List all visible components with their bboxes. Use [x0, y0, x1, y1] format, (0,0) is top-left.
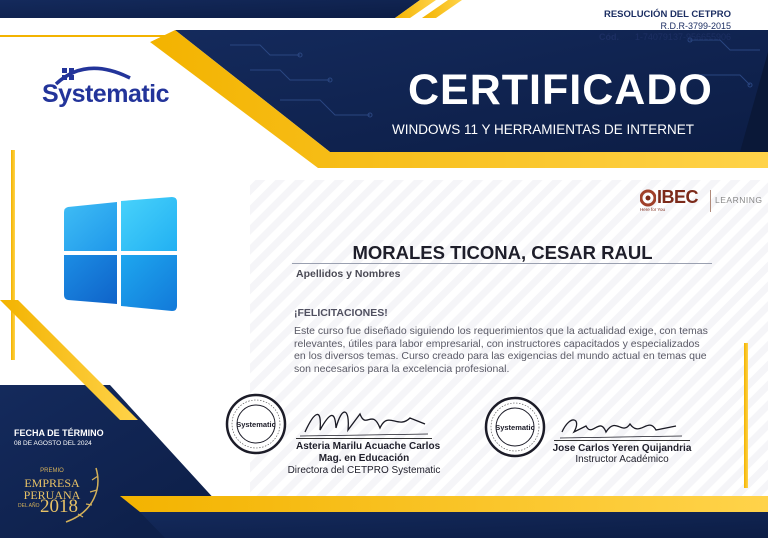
- name-caption: Apellidos y Nombres: [296, 268, 401, 280]
- stamp-label: Systematic: [495, 423, 535, 432]
- code-value: 1-74079137-956655906: [634, 32, 731, 42]
- partner-divider: [710, 190, 711, 212]
- partner-tagline: Here for You: [640, 207, 666, 212]
- completion-label: FECHA DE TÉRMINO: [14, 428, 104, 438]
- stamp-icon: Systematic: [225, 393, 287, 455]
- resolution-title: RESOLUCIÓN DEL CETPRO: [603, 9, 731, 20]
- partner-name: IBEC: [657, 187, 699, 207]
- ibec-logo-icon: [640, 189, 656, 207]
- award-line4: DEL AÑO: [18, 503, 40, 509]
- windows-logo-icon: [64, 197, 177, 311]
- name-underline: [292, 263, 712, 264]
- signature-icon: [300, 411, 429, 437]
- stamp-icon: Systematic: [484, 396, 546, 458]
- completion-date: 08 DE AGOSTO DEL 2024: [14, 440, 92, 447]
- signature-icon: [559, 419, 683, 439]
- award-year: 2018: [40, 496, 78, 517]
- recipient-name: MORALES TICONA, CESAR RAUL: [352, 242, 653, 263]
- partner-suffix: LEARNING: [715, 195, 763, 205]
- code-label: Cód.: [599, 32, 619, 42]
- signer-role: Instructor Académico: [575, 454, 669, 465]
- signer-degree: Mag. en Educación: [318, 453, 410, 464]
- signer-name: Asteria Marilu Acuache Carlos: [296, 441, 441, 452]
- certificate-title: CERTIFICADO: [408, 66, 713, 114]
- stamp-label: Systematic: [236, 420, 276, 429]
- signer-name: Jose Carlos Yeren Quijandria: [552, 443, 692, 454]
- resolution-number: R.D.R-3799-2015: [660, 21, 731, 31]
- signer-role: Directora del CETPRO Systematic: [287, 465, 441, 476]
- award-line1: PREMIO: [40, 468, 64, 474]
- course-name: WINDOWS 11 Y HERRAMIENTAS DE INTERNET: [392, 122, 695, 137]
- signature-line: [554, 440, 690, 441]
- logo-text: Systematic: [42, 80, 170, 108]
- signature-line: [296, 438, 432, 439]
- course-description: Este curso fue diseñado siguiendo los re…: [294, 325, 708, 375]
- congratulations-heading: ¡FELICITACIONES!: [294, 307, 388, 319]
- certificate: RESOLUCIÓN DEL CETPRO R.D.R-3799-2015 Có…: [0, 0, 768, 538]
